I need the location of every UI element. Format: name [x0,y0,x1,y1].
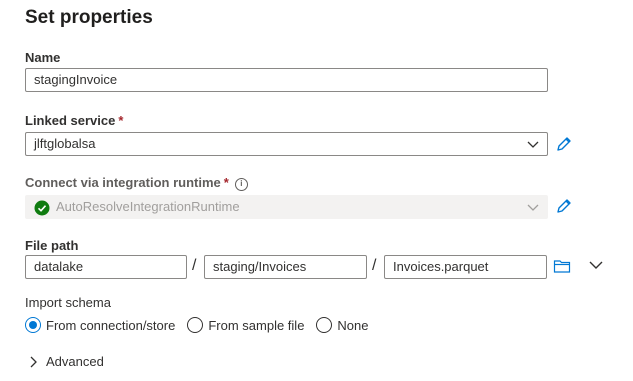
import-schema-label: Import schema [25,295,111,310]
radio-label: From sample file [208,317,305,333]
panel-title: Set properties [25,7,153,28]
radio-from-sample-file[interactable]: From sample file [187,317,304,333]
name-input[interactable]: stagingInvoice [25,68,548,92]
runtime-label: Connect via integration runtime * i [25,175,248,191]
linked-service-label: Linked service * [25,113,123,128]
radio-selected-indicator[interactable] [25,317,41,333]
linked-service-label-text: Linked service [25,113,116,128]
radio-none[interactable]: None [316,317,369,333]
chevron-down-icon [527,141,539,148]
radio-label: From connection/store [46,317,176,333]
runtime-value: AutoResolveIntegrationRuntime [56,199,240,214]
chevron-down-icon[interactable] [589,260,603,270]
pencil-icon[interactable] [555,135,573,153]
advanced-toggle[interactable]: Advanced [28,354,104,369]
radio-from-connection[interactable]: From connection/store [25,317,175,333]
radio-indicator[interactable] [316,317,333,333]
import-schema-radio-group: From connection/store From sample file N… [25,317,381,333]
path-separator: / [192,257,197,274]
path-separator: / [372,257,377,274]
folder-icon[interactable] [553,258,571,274]
radio-label: None [337,317,369,333]
chevron-right-icon [30,356,37,367]
runtime-select: AutoResolveIntegrationRuntime [25,195,548,219]
runtime-label-text: Connect via integration runtime [25,175,221,190]
advanced-label: Advanced [46,354,104,369]
required-mark: * [118,113,124,128]
linked-service-select[interactable]: jlftglobalsa [25,132,548,156]
check-circle-icon [34,200,50,216]
radio-indicator[interactable] [187,317,204,333]
directory-input[interactable]: staging/Invoices [204,255,367,279]
chevron-down-icon [527,204,539,211]
required-mark: * [223,175,229,190]
linked-service-value: jlftglobalsa [34,136,96,151]
name-label: Name [25,50,61,65]
file-name-input[interactable]: Invoices.parquet [384,255,547,279]
file-path-label: File path [25,238,79,253]
info-icon[interactable]: i [234,177,248,191]
container-input[interactable]: datalake [25,255,187,279]
pencil-icon[interactable] [555,197,573,215]
